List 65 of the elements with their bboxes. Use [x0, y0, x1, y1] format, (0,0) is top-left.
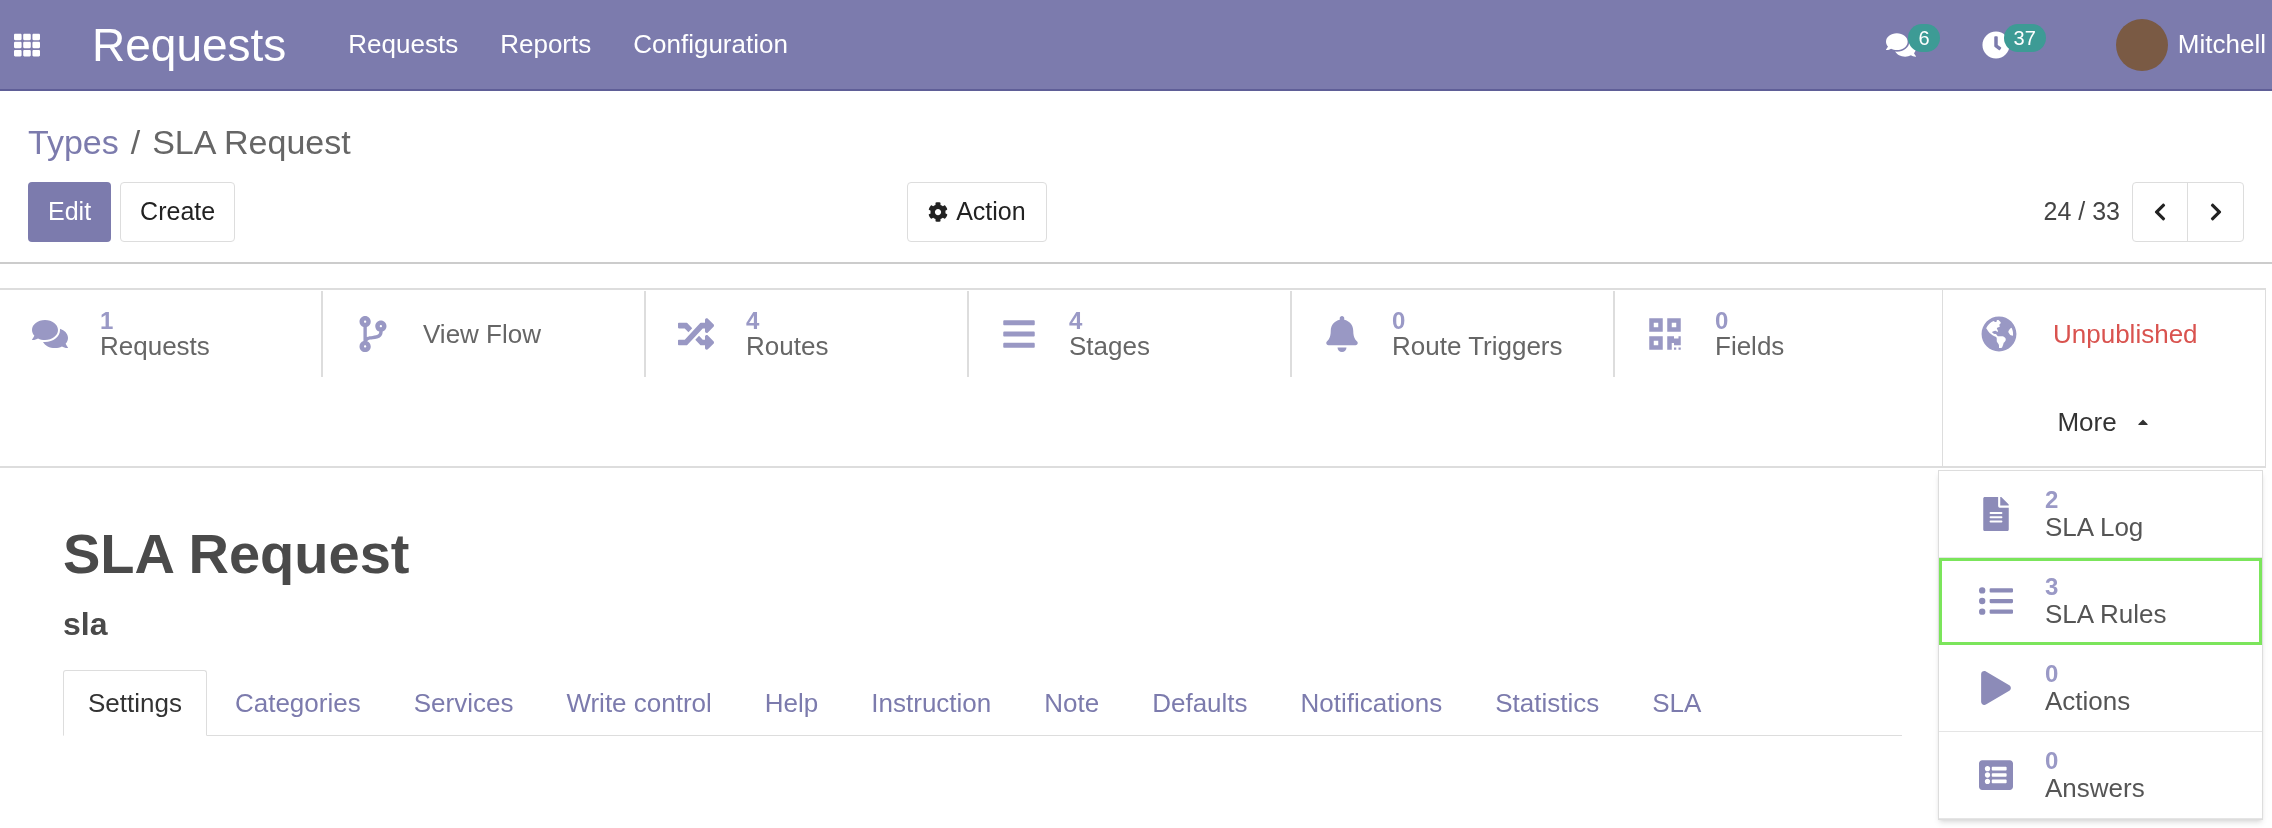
play-icon [1979, 671, 2013, 705]
item-count: 3 [2045, 573, 2059, 600]
dropdown-item[interactable]: 3 SLA Rules [1939, 558, 2262, 645]
tab[interactable]: SLA [1627, 670, 1727, 736]
tab[interactable]: Statistics [1470, 670, 1625, 736]
user-name[interactable]: Mitchell [2177, 25, 2266, 64]
tab[interactable]: Services [388, 670, 539, 736]
smart-button[interactable]: 4 Routes [646, 291, 969, 377]
stat-count: 4 [1069, 307, 1083, 333]
item-count: 0 [2045, 747, 2059, 774]
item-label: Answers [2045, 773, 2145, 803]
smart-button[interactable]: 0 Fields [1615, 291, 1938, 377]
bell-icon [1324, 316, 1360, 352]
menu-link[interactable]: Requests [348, 25, 459, 64]
create-button[interactable]: Create [120, 182, 236, 242]
stat-label: Fields [1715, 332, 1785, 361]
breadcrumb-current: SLA Request [152, 122, 351, 163]
shuffle-arrows-icon [678, 316, 714, 352]
stat-count: 1 [100, 307, 114, 333]
globe-icon [1981, 316, 2017, 352]
tab[interactable]: Notifications [1275, 670, 1468, 736]
record-code: sla [63, 608, 109, 640]
item-label: SLA Rules [2045, 599, 2167, 629]
dropdown-item[interactable]: 2 SLA Log [1939, 471, 2262, 558]
tab[interactable]: Note [1019, 670, 1125, 736]
stat-label: Requests [100, 332, 210, 361]
smart-button[interactable]: 4 Stages [969, 291, 1292, 377]
stat-label: Stages [1069, 332, 1150, 361]
edit-button[interactable]: Edit [28, 182, 112, 242]
count-badge: 6 [1908, 23, 1940, 52]
publish-button[interactable]: Unpublished [1943, 290, 2265, 378]
stat-count: 0 [1392, 307, 1406, 333]
stat-label: Routes [746, 332, 829, 361]
breadcrumb-link[interactable]: Types [28, 117, 119, 168]
smart-button-label: View Flow [423, 317, 541, 351]
smart-button[interactable]: View Flow [323, 291, 646, 377]
qr-code-icon [1647, 316, 1683, 352]
list-icon [1979, 584, 2013, 618]
tab[interactable]: Help [739, 670, 844, 736]
tab[interactable]: Categories [209, 670, 386, 736]
dropdown-item[interactable]: 0 Actions [1939, 645, 2262, 732]
stat-label: Route Triggers [1392, 332, 1563, 361]
smart-button[interactable]: 1 Requests [0, 291, 323, 377]
more-button[interactable]: More [1943, 378, 2265, 466]
item-count: 0 [2045, 660, 2059, 687]
apps-grid-icon[interactable] [14, 31, 40, 58]
action-button[interactable]: Action [907, 182, 1047, 242]
list-box-icon [1979, 758, 2013, 792]
smart-button[interactable]: 0 Route Triggers [1292, 291, 1615, 377]
item-count: 2 [2045, 486, 2059, 513]
count-badge: 37 [2003, 23, 2046, 52]
dropdown-item[interactable]: 0 Answers [1939, 732, 2262, 819]
tab[interactable]: Settings [63, 670, 207, 736]
breadcrumb-separator: / [130, 122, 141, 163]
menu-link[interactable]: Configuration [633, 25, 788, 64]
item-label: Actions [2045, 686, 2131, 716]
tab[interactable]: Instruction [846, 670, 1017, 736]
stat-count: 4 [746, 307, 760, 333]
gear-icon [928, 202, 949, 222]
tab[interactable]: Write control [541, 670, 737, 736]
stat-count: 0 [1715, 307, 1729, 333]
item-label: SLA Log [2045, 512, 2144, 542]
pager-value: 24 / 33 [2043, 196, 2120, 228]
tab[interactable]: Defaults [1127, 670, 1273, 736]
menu-link[interactable]: Reports [500, 25, 592, 64]
